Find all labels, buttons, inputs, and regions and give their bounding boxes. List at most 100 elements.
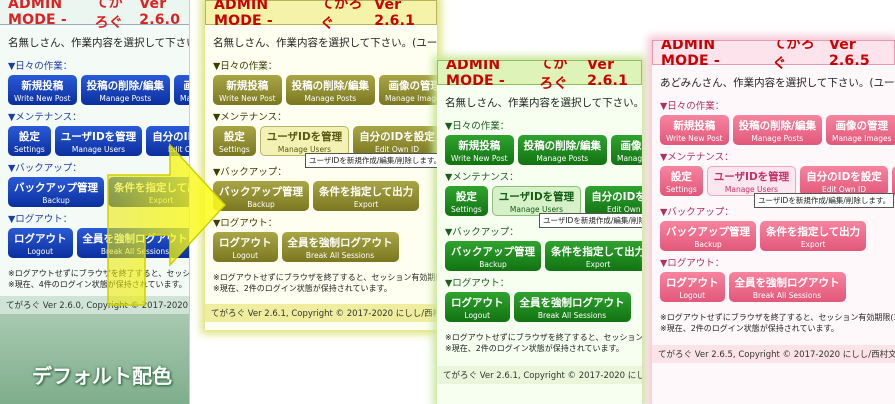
- label-en: Backup: [247, 199, 275, 209]
- manage-images-button[interactable]: 画像の管理Manage Images: [610, 135, 642, 165]
- section-daily: ▼日々の作業：: [660, 101, 725, 112]
- label-en: Write New Post: [219, 93, 276, 103]
- label: 画像の管理: [388, 79, 438, 92]
- manage-posts-button[interactable]: 投稿の削除/編集 Manage Posts: [732, 115, 822, 145]
- label-en: Logout: [464, 310, 491, 320]
- section-maintenance: ▼メンテナンス：: [660, 152, 734, 163]
- manage-posts-button[interactable]: 投稿の削除/編集 Manage Posts: [285, 75, 375, 105]
- label-en: Settings: [219, 144, 250, 154]
- label: ログアウト: [666, 276, 719, 289]
- logout-button[interactable]: ログアウト Logout: [213, 232, 278, 262]
- admin-mode-label: ADMIN MODE -: [446, 60, 505, 89]
- session-note: ※ログアウトせずにブラウザを終了すると、セッション有効期限(31日後)までログイ…: [660, 312, 895, 334]
- label: 自分のIDを設定: [359, 130, 435, 143]
- section-maintenance: ▼メンテナンス：: [8, 112, 82, 123]
- export-button[interactable]: 条件を指定して出力Export: [313, 181, 420, 211]
- export-button[interactable]: 条件を指定して出力Export: [108, 177, 189, 207]
- settings-button[interactable]: 設定 Settings: [445, 186, 488, 216]
- logout-button[interactable]: ログアウト Logout: [445, 292, 510, 322]
- export-button[interactable]: 条件を指定して出力Export: [760, 221, 867, 251]
- manage-posts-button[interactable]: 投稿の削除/編集 Manage Posts: [517, 135, 607, 165]
- label-en: Manage Images: [179, 93, 189, 103]
- caption-default-colors: デフォルト配色: [32, 364, 172, 388]
- export-button[interactable]: 条件を指定して出力Export: [545, 241, 642, 271]
- edit-own-id-button[interactable]: 自分のIDを設定Edit Own ID: [146, 126, 189, 156]
- manage-users-tooltip: ユーザIDを新規作成/編集/削除します。: [754, 193, 895, 208]
- app-name: てがろぐ: [539, 60, 568, 92]
- break-all-sessions-button[interactable]: 全員を強制ログアウト Break All Sessions: [728, 272, 846, 302]
- label-en: Break All Sessions: [305, 250, 375, 260]
- note-line: ※ログアウトせずにブラウザを終了すると、セッション有効期限(15日後)までログイ…: [445, 333, 642, 342]
- settings-button[interactable]: 設定 Settings: [660, 166, 703, 196]
- manage-images-button[interactable]: 画像の管理Manage Images: [825, 115, 895, 145]
- manage-users-button[interactable]: ユーザIDを管理 Manage Users: [259, 126, 350, 156]
- label: 設定: [223, 130, 245, 143]
- label-en: Manage Posts: [304, 93, 357, 103]
- manage-images-button[interactable]: 画像の管理Manage Images: [173, 75, 189, 105]
- label: 設定: [670, 170, 692, 183]
- label: 新規投稿: [673, 119, 716, 132]
- label-en: Settings: [14, 144, 45, 154]
- label: 全員を強制ログアウト: [82, 232, 188, 245]
- section-daily: ▼日々の作業：: [445, 121, 510, 132]
- window-green: ADMIN MODE - てがろぐ Ver 2.6.1 名無しさん、作業内容を選…: [437, 60, 642, 404]
- section-daily: ▼日々の作業：: [213, 61, 278, 72]
- header: ADMIN MODE - てがろぐ Ver 2.6.1: [205, 0, 437, 32]
- label-en: Break All Sessions: [100, 246, 170, 256]
- manage-posts-button[interactable]: 投稿の削除/編集 Manage Posts: [80, 75, 170, 105]
- label-en: Manage Posts: [536, 153, 589, 163]
- manage-images-button[interactable]: 画像の管理Manage Images: [378, 75, 438, 105]
- edit-own-id-button[interactable]: 自分のIDを設定Edit Own ID: [585, 186, 642, 216]
- label-en: Backup: [694, 239, 722, 249]
- admin-mode-label: ADMIN MODE -: [214, 0, 273, 29]
- settings-button[interactable]: 設定 Settings: [213, 126, 256, 156]
- label-en: Edit Own ID: [167, 144, 189, 154]
- label-en: Backup: [479, 259, 507, 269]
- manage-users-button[interactable]: ユーザIDを管理 Manage Users: [491, 186, 582, 216]
- footer: てがろぐ Ver 2.6.0, Copyright © 2017-2020 にし…: [0, 296, 189, 314]
- edit-own-id-button[interactable]: 自分のIDを設定Edit Own ID: [353, 126, 437, 156]
- break-all-sessions-button[interactable]: 全員を強制ログアウト Break All Sessions: [76, 228, 189, 258]
- new-post-button[interactable]: 新規投稿 Write New Post: [8, 75, 77, 105]
- app-name: てがろぐ: [772, 40, 815, 72]
- label-en: Logout: [27, 246, 54, 256]
- new-post-button[interactable]: 新規投稿 Write New Post: [213, 75, 282, 105]
- break-all-sessions-button[interactable]: 全員を強制ログアウト Break All Sessions: [513, 292, 631, 322]
- session-note: ※ログアウトせずにブラウザを終了すると、セッション有効期限(15日後)までログイ…: [213, 272, 437, 294]
- label-en: Manage Images: [831, 133, 892, 143]
- backup-button[interactable]: バックアップ管理 Backup: [213, 181, 309, 211]
- settings-button[interactable]: 設定 Settings: [8, 126, 51, 156]
- new-post-button[interactable]: 新規投稿 Write New Post: [445, 135, 514, 165]
- label: 自分のIDを設定: [152, 130, 189, 143]
- manage-users-button[interactable]: ユーザIDを管理 Manage Users: [54, 126, 143, 156]
- label: ログアウト: [451, 296, 504, 309]
- label-en: Write New Post: [451, 153, 508, 163]
- break-all-sessions-button[interactable]: 全員を強制ログアウト Break All Sessions: [281, 232, 399, 262]
- logout-button[interactable]: ログアウト Logout: [8, 228, 73, 258]
- section-daily: ▼日々の作業：: [8, 61, 73, 72]
- new-post-button[interactable]: 新規投稿 Write New Post: [660, 115, 729, 145]
- intro-text: あどみんさん、作業内容を選択して下さい。(ユーザID「admin」でログイン中): [660, 77, 895, 89]
- intro-text: 名無しさん、作業内容を選択して下さい。(ユーザID「admin」でログイン中): [445, 97, 642, 109]
- note-line: ※現在、2件のログイン状態が保持されています。: [213, 284, 392, 293]
- edit-own-id-button[interactable]: 自分のIDを設定Edit Own ID: [800, 166, 888, 196]
- manage-users-button[interactable]: ユーザIDを管理 Manage Users: [706, 166, 797, 196]
- label: ログアウト: [14, 232, 67, 245]
- footer: てがろぐ Ver 2.6.1, Copyright © 2017-2020 にし…: [205, 304, 437, 322]
- label: 画像の管理: [835, 119, 889, 132]
- app-name: てがろぐ: [94, 0, 123, 31]
- label: 新規投稿: [21, 79, 64, 92]
- header: ADMIN MODE - てがろぐ Ver 2.6.0: [0, 0, 189, 31]
- window-olive: ADMIN MODE - てがろぐ Ver 2.6.1 名無しさん、作業内容を選…: [205, 0, 437, 330]
- admin-mode-label: ADMIN MODE -: [661, 40, 720, 69]
- label: 投稿の削除/編集: [523, 139, 601, 152]
- backup-button[interactable]: バックアップ管理 Backup: [8, 177, 104, 207]
- logout-button[interactable]: ログアウト Logout: [660, 272, 725, 302]
- backup-button[interactable]: バックアップ管理 Backup: [660, 221, 756, 251]
- label-en: Break All Sessions: [537, 310, 607, 320]
- admin-mode-label: ADMIN MODE -: [8, 0, 67, 28]
- label-en: Export: [148, 195, 174, 205]
- backup-button[interactable]: バックアップ管理 Backup: [445, 241, 541, 271]
- manage-users-tooltip: ユーザIDを新規作成/編集/削除します。: [539, 213, 642, 228]
- version: Ver 2.6.0: [139, 0, 181, 28]
